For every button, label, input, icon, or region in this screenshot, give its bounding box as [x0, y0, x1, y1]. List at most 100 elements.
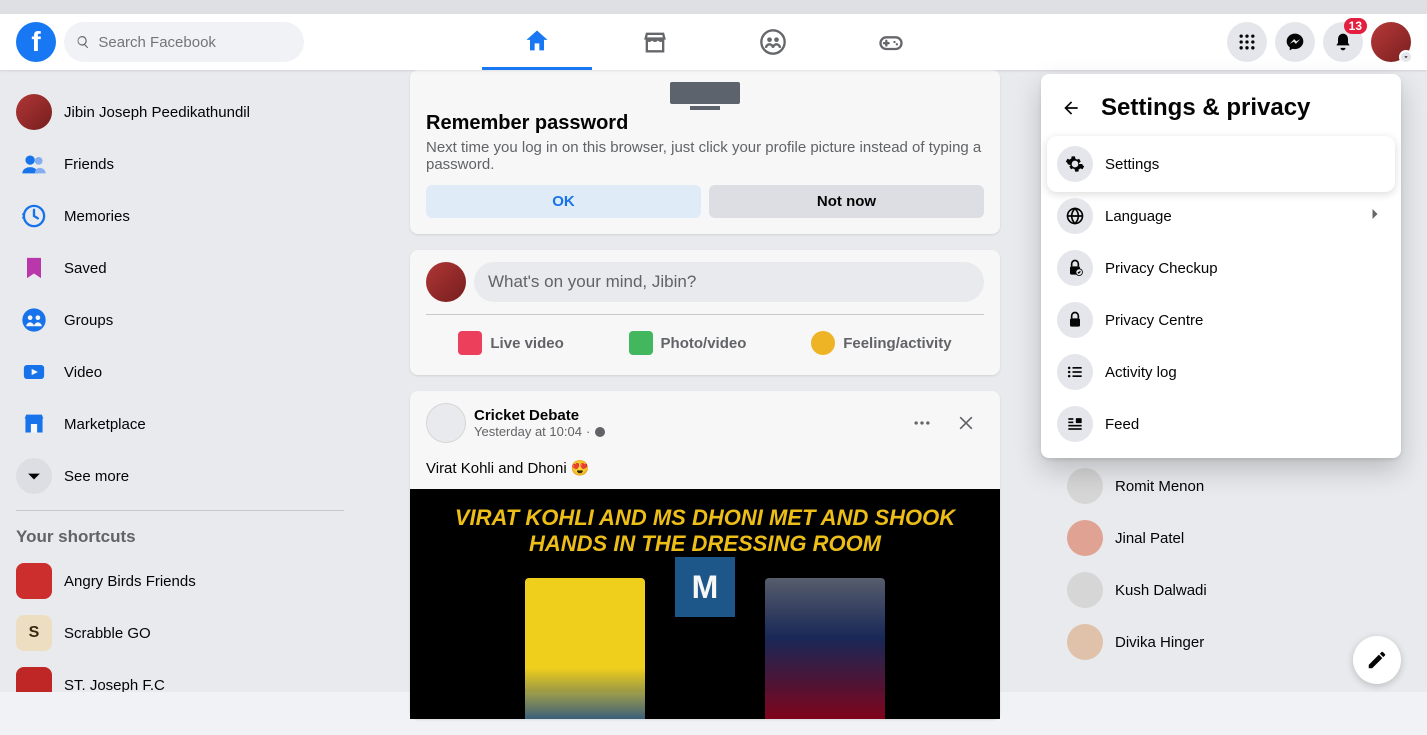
- remember-subtitle: Next time you log in on this browser, ju…: [426, 139, 984, 173]
- gaming-icon: [877, 28, 905, 56]
- shortcuts-title: Your shortcuts: [8, 519, 352, 555]
- lock-icon: [1057, 302, 1093, 338]
- settings-item-label: Settings: [1105, 156, 1385, 173]
- tab-marketplace[interactable]: [600, 14, 710, 70]
- sidebar-item-saved[interactable]: Saved: [8, 242, 352, 294]
- sidebar-item-label: Marketplace: [64, 416, 146, 433]
- photo-video-label: Photo/video: [661, 335, 747, 352]
- sidebar-item-groups[interactable]: Groups: [8, 294, 352, 346]
- globe-icon: [594, 426, 606, 438]
- shortcut-icon: [16, 563, 52, 599]
- facebook-logo[interactable]: f: [16, 22, 56, 62]
- post-close-button[interactable]: [948, 405, 984, 441]
- notification-badge: 13: [1344, 18, 1367, 34]
- notnow-button[interactable]: Not now: [709, 185, 984, 218]
- shortcut-angrybirds[interactable]: Angry Birds Friends: [8, 555, 352, 607]
- list-icon: [1057, 354, 1093, 390]
- panel-title: Settings & privacy: [1101, 94, 1310, 122]
- ok-button[interactable]: OK: [426, 185, 701, 218]
- sidebar-item-marketplace[interactable]: Marketplace: [8, 398, 352, 450]
- feed-post: Cricket Debate Yesterday at 10:04 · Vira…: [410, 391, 1000, 719]
- shortcut-label: Angry Birds Friends: [64, 573, 196, 590]
- sidebar-item-label: Saved: [64, 260, 107, 277]
- settings-item-activity-log[interactable]: Activity log: [1049, 346, 1393, 398]
- saved-icon: [16, 250, 52, 286]
- shortcut-icon: S: [16, 615, 52, 651]
- settings-item-feed[interactable]: Feed: [1049, 398, 1393, 450]
- close-icon: [956, 413, 976, 433]
- monitor-icon: [670, 82, 740, 104]
- post-image-headline1: VIRAT KOHLI AND MS DHONI MET AND SHOOK: [455, 505, 955, 531]
- sidebar-separator: [16, 510, 344, 511]
- player-left: [525, 578, 645, 719]
- tab-home[interactable]: [482, 14, 592, 70]
- bell-icon: [1333, 32, 1353, 52]
- video-icon: [16, 354, 52, 390]
- settings-item-settings[interactable]: Settings: [1049, 138, 1393, 190]
- settings-item-privacy-centre[interactable]: Privacy Centre: [1049, 294, 1393, 346]
- post-author-avatar[interactable]: [426, 403, 466, 443]
- post-image[interactable]: VIRAT KOHLI AND MS DHONI MET AND SHOOK H…: [410, 489, 1000, 719]
- settings-item-language[interactable]: Language: [1049, 190, 1393, 242]
- post-menu-button[interactable]: [904, 405, 940, 441]
- photo-icon: [629, 331, 653, 355]
- sidebar-item-profile[interactable]: Jibin Joseph Peedikathundil: [8, 86, 352, 138]
- notifications-button[interactable]: 13: [1323, 22, 1363, 62]
- groups-icon: [759, 28, 787, 56]
- marketplace-icon: [16, 406, 52, 442]
- shortcut-scrabble[interactable]: S Scrabble GO: [8, 607, 352, 659]
- post-image-headline2: HANDS IN THE DRESSING ROOM: [529, 531, 881, 557]
- contact-item[interactable]: Jinal Patel: [1059, 512, 1399, 564]
- chevron-right-icon: [1365, 204, 1385, 229]
- contact-name: Kush Dalwadi: [1115, 582, 1207, 599]
- post-author-name[interactable]: Cricket Debate: [474, 407, 606, 424]
- contacts-list: Romit Menon Jinal Patel Kush Dalwadi Div…: [1059, 460, 1399, 668]
- store-icon: [641, 28, 669, 56]
- feeling-activity-button[interactable]: Feeling/activity: [799, 323, 963, 363]
- search-wrap[interactable]: [64, 22, 304, 62]
- sidebar-item-seemore[interactable]: See more: [8, 450, 352, 502]
- sidebar-item-label: Jibin Joseph Peedikathundil: [64, 104, 250, 121]
- feeling-label: Feeling/activity: [843, 335, 951, 352]
- live-video-icon: [458, 331, 482, 355]
- menu-button[interactable]: [1227, 22, 1267, 62]
- contact-name: Jinal Patel: [1115, 530, 1184, 547]
- contact-item[interactable]: Romit Menon: [1059, 460, 1399, 512]
- messenger-button[interactable]: [1275, 22, 1315, 62]
- sidebar-item-label: Memories: [64, 208, 130, 225]
- post-time: Yesterday at 10:04 ·: [474, 424, 606, 439]
- sidebar-item-friends[interactable]: Friends: [8, 138, 352, 190]
- search-input[interactable]: [98, 34, 292, 51]
- nav-right: 13: [1227, 22, 1411, 62]
- composer-input[interactable]: What's on your mind, Jibin?: [474, 262, 984, 302]
- feed-icon: [1057, 406, 1093, 442]
- live-video-button[interactable]: Live video: [446, 323, 575, 363]
- tab-groups[interactable]: [718, 14, 828, 70]
- sidebar-item-label: Friends: [64, 156, 114, 173]
- settings-item-label: Privacy Centre: [1105, 312, 1385, 329]
- shortcut-icon: [16, 667, 52, 692]
- tab-gaming[interactable]: [836, 14, 946, 70]
- settings-privacy-panel: Settings & privacy Settings Language Pri…: [1041, 74, 1401, 458]
- contact-avatar: [1067, 624, 1103, 660]
- sidebar-item-video[interactable]: Video: [8, 346, 352, 398]
- contact-item[interactable]: Kush Dalwadi: [1059, 564, 1399, 616]
- settings-item-label: Language: [1105, 208, 1365, 225]
- account-avatar[interactable]: [1371, 22, 1411, 62]
- shortcut-label: ST. Joseph F.C: [64, 677, 165, 693]
- post-image-logo: M: [675, 557, 735, 617]
- settings-item-label: Privacy Checkup: [1105, 260, 1385, 277]
- composer-avatar[interactable]: [426, 262, 466, 302]
- contact-item[interactable]: Divika Hinger: [1059, 616, 1399, 668]
- settings-item-label: Activity log: [1105, 364, 1385, 381]
- compose-fab[interactable]: [1353, 636, 1401, 684]
- sidebar-item-label: Groups: [64, 312, 113, 329]
- home-icon: [523, 27, 551, 55]
- contact-avatar: [1067, 572, 1103, 608]
- sidebar-item-memories[interactable]: Memories: [8, 190, 352, 242]
- shortcut-stjoseph[interactable]: ST. Joseph F.C: [8, 659, 352, 692]
- arrow-left-icon: [1061, 98, 1081, 118]
- photo-video-button[interactable]: Photo/video: [617, 323, 759, 363]
- back-button[interactable]: [1053, 90, 1089, 126]
- settings-item-privacy-checkup[interactable]: Privacy Checkup: [1049, 242, 1393, 294]
